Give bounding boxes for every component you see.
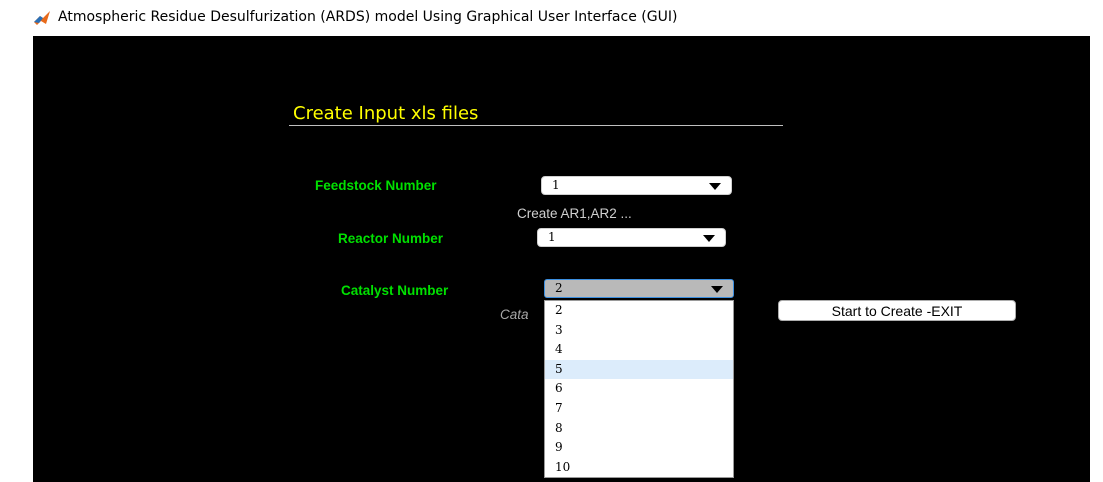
window-titlebar: Atmospheric Residue Desulfurization (ARD…	[0, 0, 1103, 36]
reactor-value: 1	[548, 230, 556, 244]
feedstock-dropdown[interactable]: 1	[541, 176, 732, 195]
catalyst-option-8[interactable]: 8	[545, 419, 733, 439]
chevron-down-icon	[711, 286, 723, 293]
catalyst-option-9[interactable]: 9	[545, 438, 733, 458]
feedstock-value: 1	[552, 178, 560, 192]
chevron-down-icon	[703, 235, 715, 242]
reactor-label: Reactor Number	[338, 231, 444, 246]
reactor-dropdown[interactable]: 1	[537, 228, 726, 247]
catalyst-option-10[interactable]: 10	[545, 458, 733, 478]
catalyst-options-list[interactable]: 2 3 4 5 6 7 8 9 10	[544, 300, 734, 478]
window-title: Atmospheric Residue Desulfurization (ARD…	[58, 9, 678, 25]
start-create-exit-button[interactable]: Start to Create -EXIT	[778, 300, 1016, 321]
catalyst-hint: Cata	[500, 307, 529, 322]
catalyst-dropdown[interactable]: 2	[544, 279, 734, 298]
chevron-down-icon	[709, 183, 721, 190]
catalyst-option-5[interactable]: 5	[545, 359, 733, 380]
catalyst-option-6[interactable]: 6	[545, 379, 733, 399]
catalyst-option-2[interactable]: 2	[545, 301, 733, 321]
panel-title-divider	[289, 125, 783, 126]
catalyst-label: Catalyst Number	[341, 283, 449, 298]
feedstock-label: Feedstock Number	[315, 178, 437, 193]
feedstock-hint: Create AR1,AR2 ...	[517, 206, 632, 221]
catalyst-option-3[interactable]: 3	[545, 321, 733, 341]
matlab-icon	[34, 11, 50, 25]
catalyst-option-7[interactable]: 7	[545, 399, 733, 419]
catalyst-value: 2	[555, 281, 563, 295]
panel-title: Create Input xls files	[293, 103, 479, 124]
catalyst-option-4[interactable]: 4	[545, 340, 733, 360]
